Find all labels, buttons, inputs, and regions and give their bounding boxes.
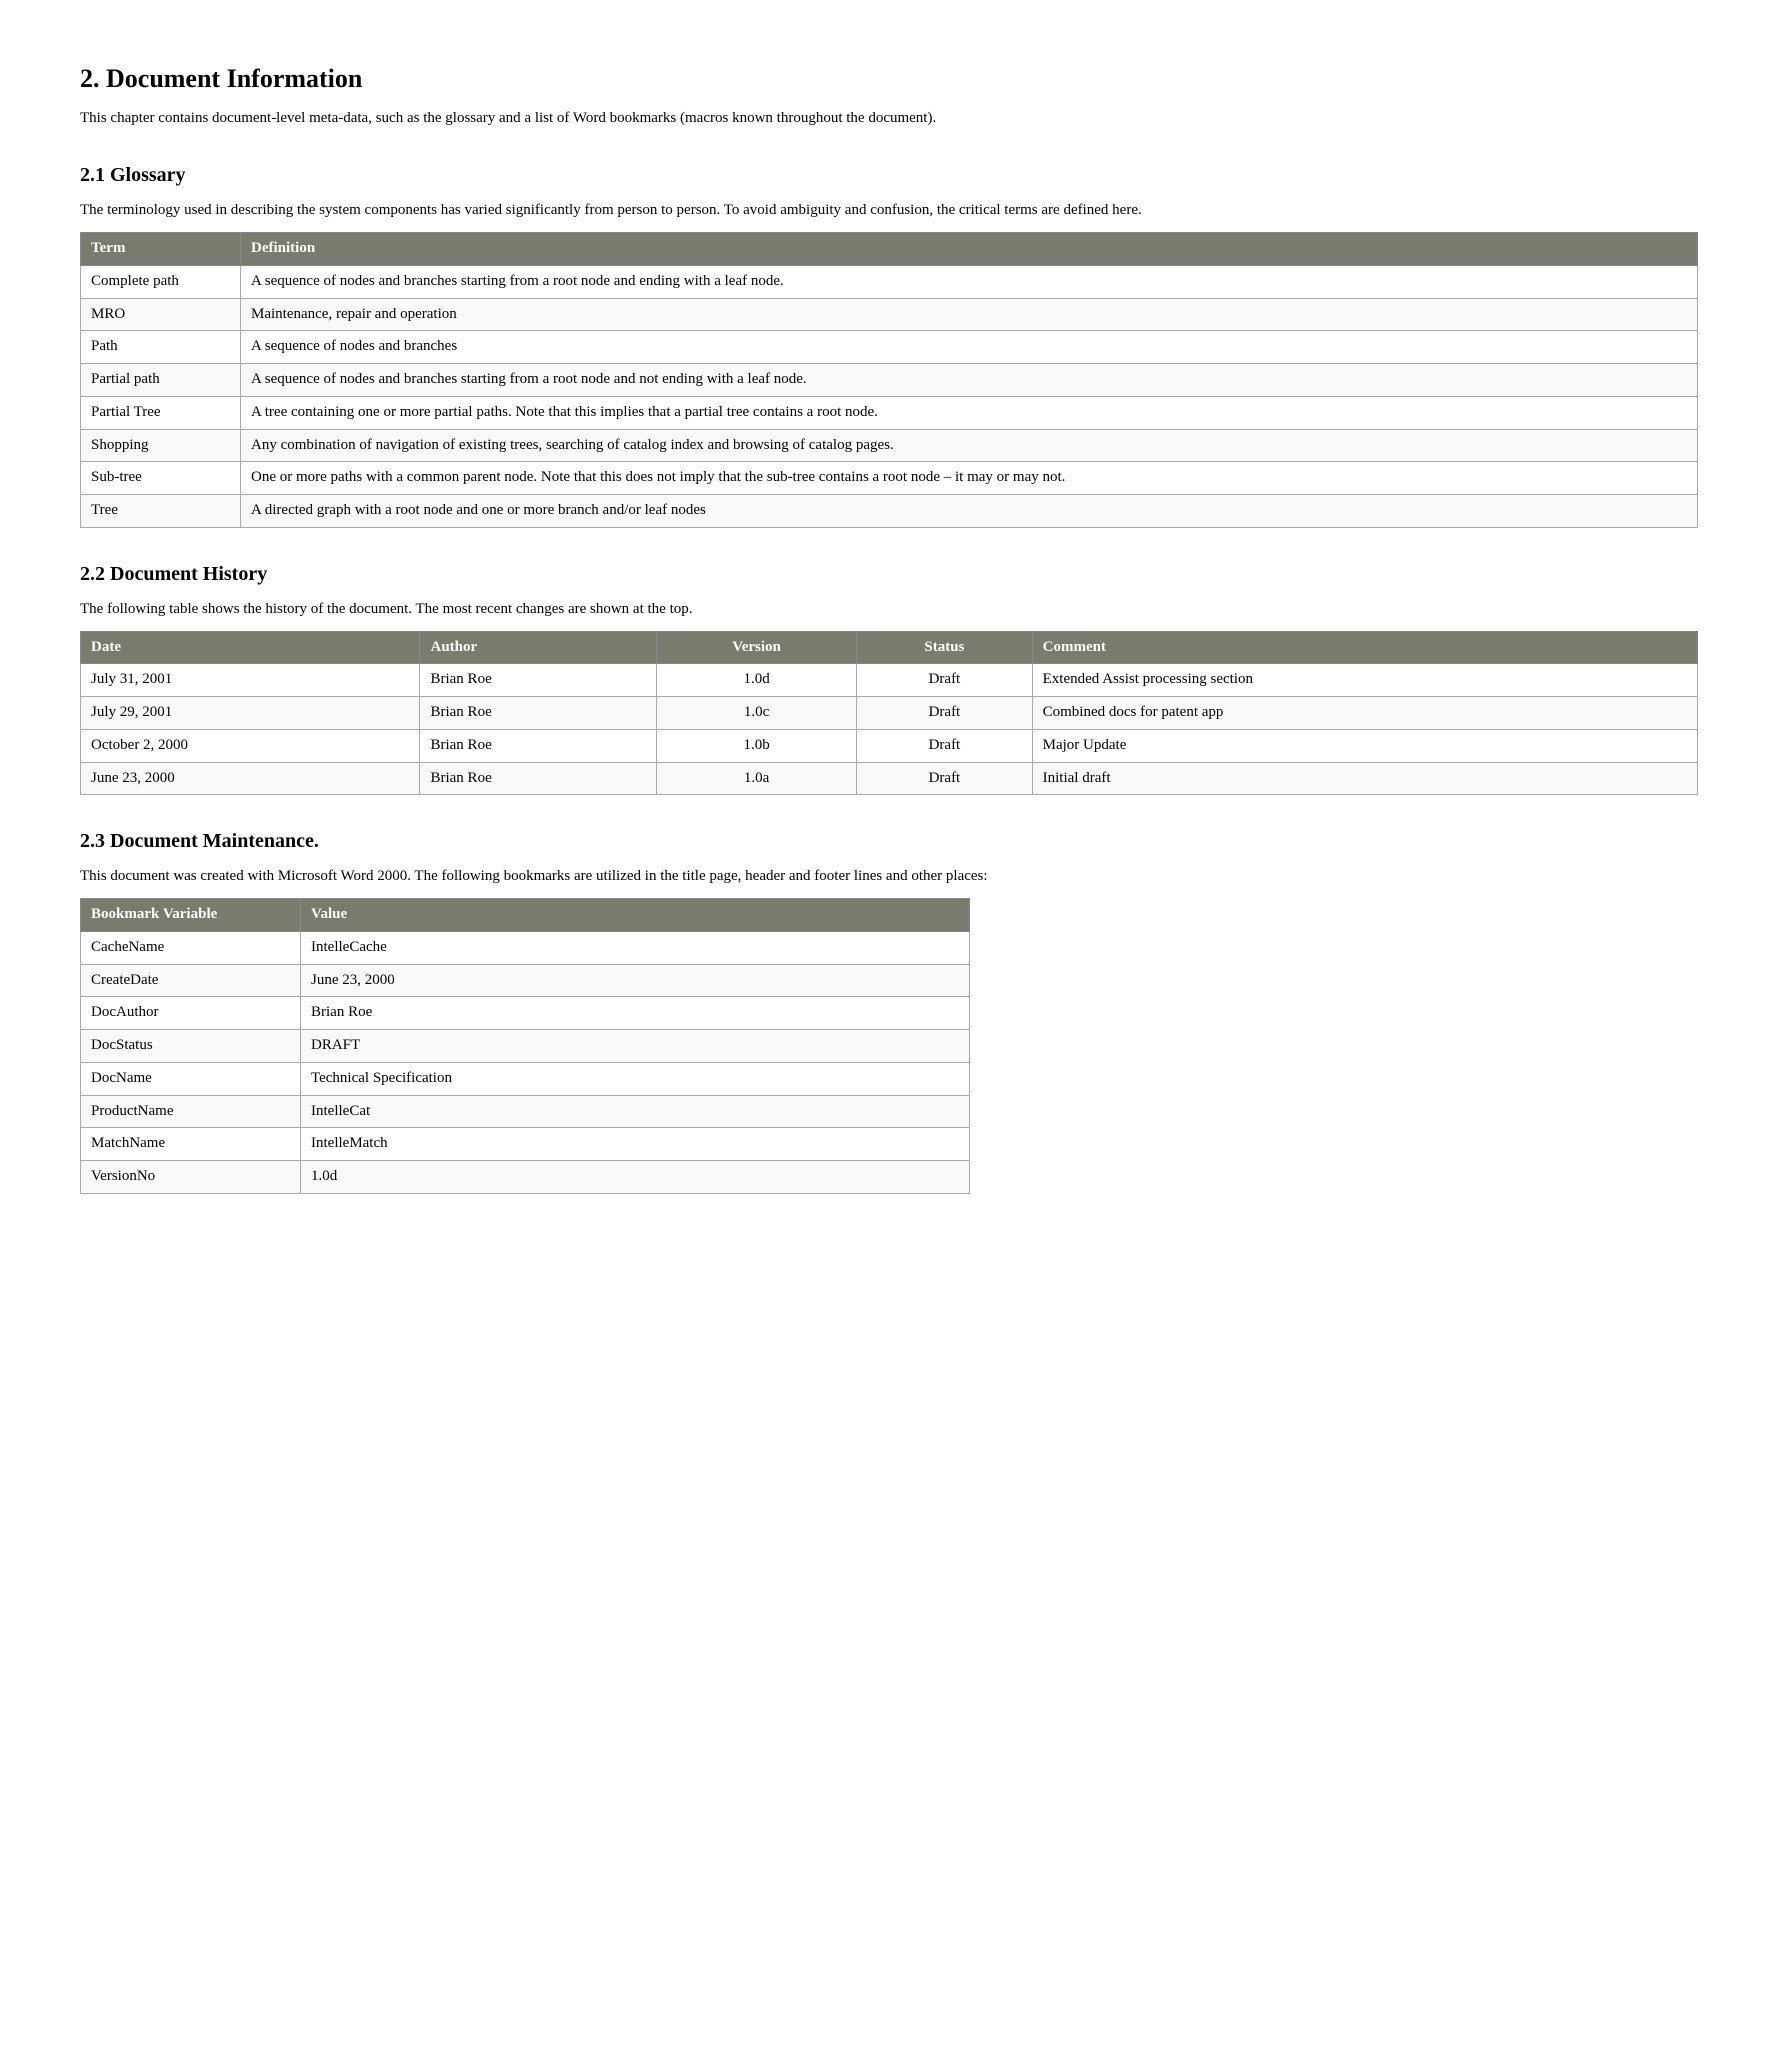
history-cell: July 29, 2001 <box>81 697 420 730</box>
glossary-definition: One or more paths with a common parent n… <box>241 462 1698 495</box>
glossary-definition: Maintenance, repair and operation <box>241 298 1698 331</box>
bookmark-cell: IntelleCache <box>301 931 970 964</box>
history-cell: 1.0d <box>656 664 856 697</box>
bookmark-cell: CacheName <box>81 931 301 964</box>
history-header-version: Version <box>656 631 856 664</box>
history-header-comment: Comment <box>1032 631 1697 664</box>
glossary-term: Tree <box>81 495 241 528</box>
glossary-header-definition: Definition <box>241 233 1698 266</box>
history-header-author: Author <box>420 631 657 664</box>
glossary-definition: A directed graph with a root node and on… <box>241 495 1698 528</box>
bookmark-cell: IntelleMatch <box>301 1128 970 1161</box>
bookmark-header-value: Value <box>301 899 970 932</box>
history-cell: Initial draft <box>1032 762 1697 795</box>
section23-title: 2.3 Document Maintenance. <box>80 827 1698 856</box>
bookmark-header-bookmark-variable: Bookmark Variable <box>81 899 301 932</box>
glossary-row: MROMaintenance, repair and operation <box>81 298 1698 331</box>
history-cell: October 2, 2000 <box>81 729 420 762</box>
glossary-definition: A sequence of nodes and branches startin… <box>241 265 1698 298</box>
bookmark-row: DocStatusDRAFT <box>81 1030 970 1063</box>
glossary-term: Complete path <box>81 265 241 298</box>
section21-intro: The terminology used in describing the s… <box>80 200 1698 222</box>
glossary-definition: A sequence of nodes and branches <box>241 331 1698 364</box>
glossary-definition: A tree containing one or more partial pa… <box>241 396 1698 429</box>
history-cell: 1.0b <box>656 729 856 762</box>
glossary-row: Complete pathA sequence of nodes and bra… <box>81 265 1698 298</box>
history-cell: Draft <box>857 762 1032 795</box>
glossary-row: PathA sequence of nodes and branches <box>81 331 1698 364</box>
bookmark-cell: June 23, 2000 <box>301 964 970 997</box>
bookmark-cell: Brian Roe <box>301 997 970 1030</box>
glossary-term: Sub-tree <box>81 462 241 495</box>
glossary-row: Partial pathA sequence of nodes and bran… <box>81 364 1698 397</box>
bookmark-cell: VersionNo <box>81 1161 301 1194</box>
history-row: October 2, 2000Brian Roe1.0bDraftMajor U… <box>81 729 1698 762</box>
bookmark-cell: MatchName <box>81 1128 301 1161</box>
section2-intro: This chapter contains document-level met… <box>80 108 1698 130</box>
history-row: July 29, 2001Brian Roe1.0cDraftCombined … <box>81 697 1698 730</box>
history-cell: Draft <box>857 664 1032 697</box>
glossary-row: TreeA directed graph with a root node an… <box>81 495 1698 528</box>
bookmark-row: CacheNameIntelleCache <box>81 931 970 964</box>
glossary-row: Partial TreeA tree containing one or mor… <box>81 396 1698 429</box>
history-cell: Brian Roe <box>420 697 657 730</box>
history-cell: Draft <box>857 697 1032 730</box>
bookmark-cell: DocAuthor <box>81 997 301 1030</box>
section22-title: 2.2 Document History <box>80 560 1698 589</box>
bookmark-cell: 1.0d <box>301 1161 970 1194</box>
section22-intro: The following table shows the history of… <box>80 599 1698 621</box>
glossary-definition: A sequence of nodes and branches startin… <box>241 364 1698 397</box>
bookmark-cell: DocStatus <box>81 1030 301 1063</box>
history-table: DateAuthorVersionStatusComment July 31, … <box>80 631 1698 796</box>
section21-title: 2.1 Glossary <box>80 161 1698 190</box>
bookmark-cell: DRAFT <box>301 1030 970 1063</box>
glossary-term: MRO <box>81 298 241 331</box>
bookmark-cell: IntelleCat <box>301 1095 970 1128</box>
glossary-definition: Any combination of navigation of existin… <box>241 429 1698 462</box>
history-header-status: Status <box>857 631 1032 664</box>
section23-intro: This document was created with Microsoft… <box>80 866 1698 888</box>
bookmark-cell: ProductName <box>81 1095 301 1128</box>
history-cell: July 31, 2001 <box>81 664 420 697</box>
bookmark-row: CreateDateJune 23, 2000 <box>81 964 970 997</box>
glossary-header-term: Term <box>81 233 241 266</box>
bookmark-table: Bookmark VariableValue CacheNameIntelleC… <box>80 898 970 1194</box>
bookmark-cell: CreateDate <box>81 964 301 997</box>
history-row: June 23, 2000Brian Roe1.0aDraftInitial d… <box>81 762 1698 795</box>
bookmark-row: DocNameTechnical Specification <box>81 1062 970 1095</box>
bookmark-cell: DocName <box>81 1062 301 1095</box>
history-cell: Draft <box>857 729 1032 762</box>
history-cell: Extended Assist processing section <box>1032 664 1697 697</box>
history-cell: Brian Roe <box>420 664 657 697</box>
history-cell: Major Update <box>1032 729 1697 762</box>
section2-title: 2. Document Information <box>80 60 1698 98</box>
bookmark-row: ProductNameIntelleCat <box>81 1095 970 1128</box>
history-cell: 1.0a <box>656 762 856 795</box>
glossary-term: Shopping <box>81 429 241 462</box>
bookmark-row: VersionNo1.0d <box>81 1161 970 1194</box>
glossary-term: Partial path <box>81 364 241 397</box>
history-cell: Brian Roe <box>420 762 657 795</box>
history-row: July 31, 2001Brian Roe1.0dDraftExtended … <box>81 664 1698 697</box>
bookmark-row: MatchNameIntelleMatch <box>81 1128 970 1161</box>
history-cell: June 23, 2000 <box>81 762 420 795</box>
history-cell: Combined docs for patent app <box>1032 697 1697 730</box>
glossary-table: Term Definition Complete pathA sequence … <box>80 232 1698 528</box>
history-cell: 1.0c <box>656 697 856 730</box>
history-cell: Brian Roe <box>420 729 657 762</box>
glossary-row: ShoppingAny combination of navigation of… <box>81 429 1698 462</box>
glossary-term: Path <box>81 331 241 364</box>
glossary-row: Sub-treeOne or more paths with a common … <box>81 462 1698 495</box>
glossary-term: Partial Tree <box>81 396 241 429</box>
history-header-date: Date <box>81 631 420 664</box>
bookmark-row: DocAuthorBrian Roe <box>81 997 970 1030</box>
bookmark-cell: Technical Specification <box>301 1062 970 1095</box>
